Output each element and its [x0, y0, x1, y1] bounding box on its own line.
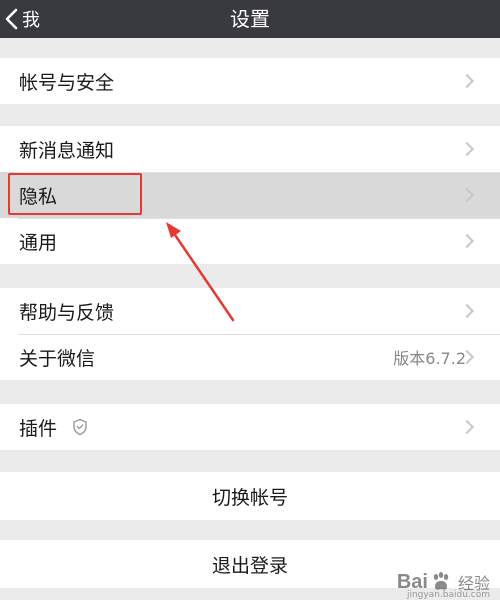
settings-screen: 我 设置 帐号与安全 新消息通知 隐私 通用 帮助与反馈 关于微信 版本6.7.…	[0, 0, 500, 600]
annotation-arrow-icon	[166, 222, 235, 322]
baidu-jingyan-watermark: Bai 经验 jingyan.baidu.com	[397, 570, 490, 600]
watermark-url: jingyan.baidu.com	[406, 590, 490, 600]
